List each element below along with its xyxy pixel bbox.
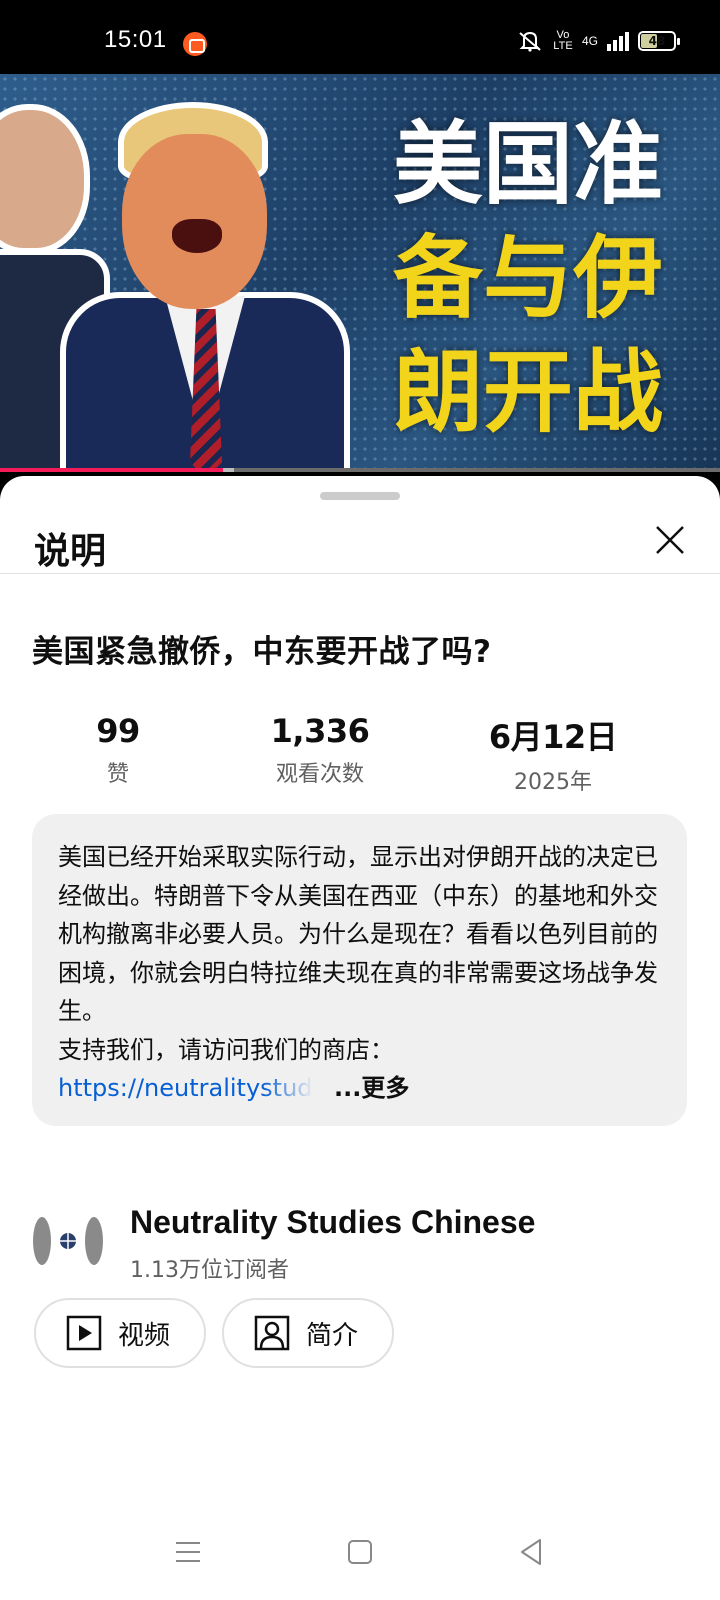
- person-icon: [254, 1315, 290, 1351]
- thumbnail-line-3: 朗开战: [393, 340, 663, 445]
- thumbnail-line-2: 备与伊: [393, 226, 663, 331]
- close-icon[interactable]: [650, 520, 690, 560]
- videos-label: 视频: [118, 1320, 171, 1351]
- channel-subscribers: 1.13万位订阅者: [130, 1258, 289, 1283]
- signal-icon: [607, 32, 629, 51]
- mute-icon: [519, 31, 541, 52]
- person-main-mouth: [172, 219, 222, 253]
- video-progress-fill: [0, 468, 224, 472]
- description-text: 美国已经开始采取实际行动，显示出对伊朗开战的决定已经做出。特朗普下令从美国在西亚…: [58, 843, 658, 1064]
- status-time: 15:01: [104, 26, 167, 53]
- back-icon[interactable]: [512, 1532, 552, 1572]
- publish-year: 2025年: [514, 770, 592, 795]
- thumbnail-line-1: 美国准: [393, 112, 663, 217]
- status-icons: Vo LTE 4G 48: [516, 29, 680, 52]
- video-progress-buffer: [223, 468, 234, 472]
- battery-level: 48: [648, 34, 666, 48]
- likes-label: 赞: [106, 762, 129, 787]
- description-link-row: https://neutralitystudies ...更多: [58, 1069, 661, 1107]
- likes-count: 99: [96, 712, 140, 750]
- views-label: 观看次数: [275, 762, 364, 787]
- home-icon[interactable]: [340, 1532, 380, 1572]
- channel-about-button[interactable]: 简介: [222, 1298, 394, 1368]
- description-sheet: 说明 美国紧急撤侨，中东要开战了吗? 99 赞 1,336 观看次数 6月12日…: [0, 476, 720, 1600]
- sheet-title: 说明: [34, 531, 107, 572]
- channel-name[interactable]: Neutrality Studies Chinese: [130, 1204, 535, 1241]
- stat-likes: 99 赞: [58, 712, 178, 788]
- video-player[interactable]: 美国准 备与伊 朗开战: [0, 74, 720, 472]
- show-more-button[interactable]: ...更多: [334, 1069, 409, 1107]
- thumbnail-title: 美国准 备与伊 朗开战: [378, 108, 678, 450]
- network-label: 4G: [581, 34, 598, 48]
- volte-label: Vo LTE: [553, 29, 573, 52]
- video-progress-bar[interactable]: [0, 468, 720, 472]
- stat-views: 1,336 观看次数: [245, 712, 395, 788]
- system-nav-bar: [0, 1500, 720, 1600]
- menu-icon[interactable]: [168, 1532, 208, 1572]
- play-icon: [66, 1315, 102, 1351]
- description-link[interactable]: https://neutralitystudies: [58, 1069, 314, 1107]
- publish-date: 6月12日: [488, 718, 618, 756]
- channel-videos-button[interactable]: 视频: [34, 1298, 206, 1368]
- drag-handle[interactable]: [320, 492, 400, 500]
- video-title: 美国紧急撤侨，中东要开战了吗?: [32, 634, 492, 670]
- battery-icon: 48: [638, 31, 680, 51]
- recorder-icon: [183, 32, 207, 56]
- about-label: 简介: [306, 1320, 359, 1351]
- views-count: 1,336: [270, 712, 370, 750]
- stat-date: 6月12日 2025年: [468, 712, 638, 796]
- description-box[interactable]: 美国已经开始采取实际行动，显示出对伊朗开战的决定已经做出。特朗普下令从美国在西亚…: [32, 814, 687, 1126]
- status-bar: 15:01 Vo LTE 4G 48: [0, 0, 720, 74]
- sheet-header: 说明: [0, 504, 720, 574]
- channel-avatar[interactable]: [30, 1216, 106, 1266]
